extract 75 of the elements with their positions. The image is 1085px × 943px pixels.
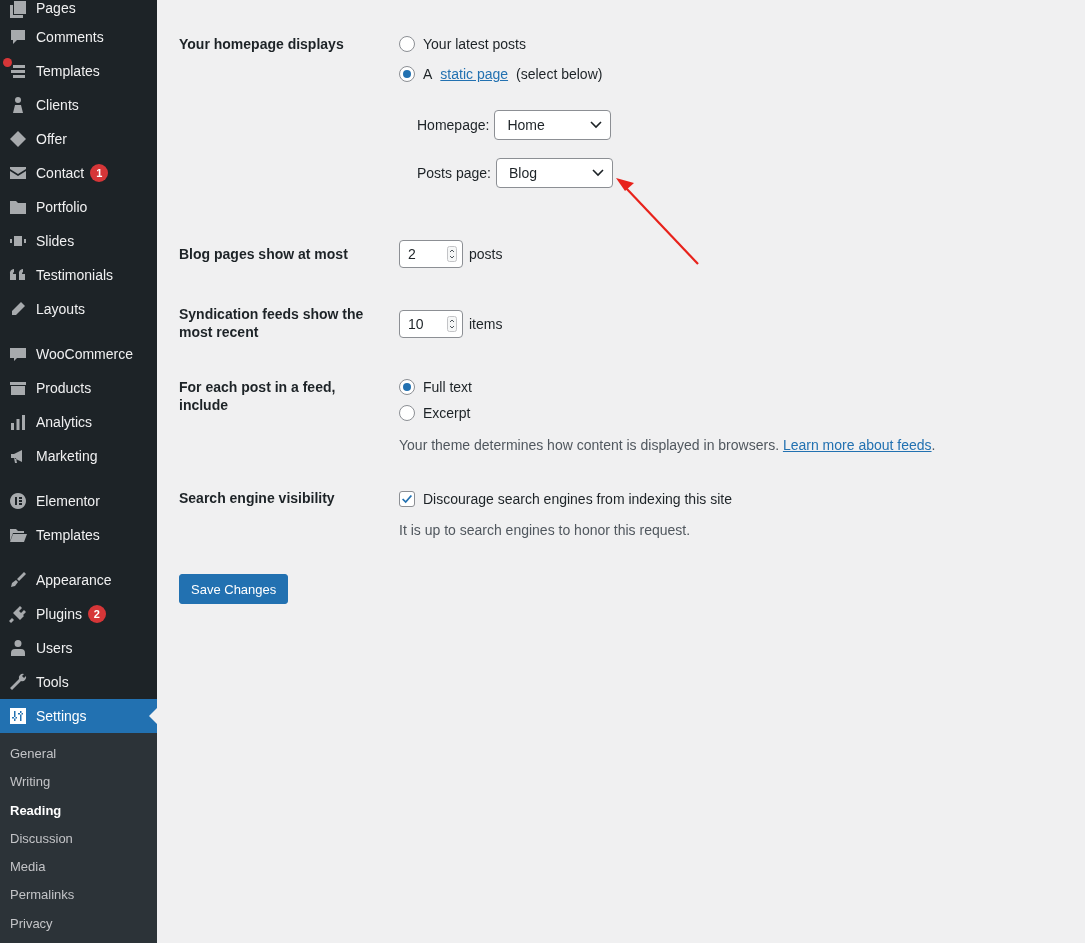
paintbrush-icon [8, 570, 28, 590]
sidebar-menu-item[interactable]: Contact 1 [0, 156, 157, 190]
checkbox[interactable] [399, 491, 415, 507]
sidebar-menu-item[interactable]: Marketing [0, 439, 157, 473]
sidebar-menu-item[interactable]: Slides [0, 224, 157, 258]
radio-button[interactable] [399, 405, 415, 421]
field-label: Search engine visibility [179, 489, 336, 508]
save-changes-button[interactable]: Save Changes [179, 574, 289, 604]
field-label: For each post in a feed, include [179, 378, 337, 415]
sidebar-menu-item[interactable]: Tools [0, 665, 157, 699]
select-label: Homepage: [417, 117, 490, 133]
option-label: Full text [423, 379, 472, 395]
static-page-link[interactable]: static page [440, 66, 509, 82]
spinner-icon [447, 246, 457, 262]
wrench-icon [8, 672, 28, 692]
number-field[interactable]: 10 [399, 310, 463, 338]
number-field[interactable]: 2 [399, 240, 463, 268]
sidebar-menu-item[interactable]: WooCommerce [0, 337, 157, 371]
option-label: A [423, 66, 433, 82]
sliders-icon [8, 706, 28, 726]
speech-bubble-icon [8, 27, 28, 47]
unit-label: items [469, 315, 503, 334]
submenu-item[interactable]: Privacy [0, 909, 157, 939]
sidebar-menu-item[interactable]: Elementor [0, 484, 157, 518]
select-label: Posts page: [417, 165, 491, 181]
count-badge: 1 [90, 164, 109, 182]
unit-label: posts [469, 245, 503, 264]
sidebar-menu-item[interactable]: Comments [0, 20, 157, 54]
tag-icon [8, 129, 28, 149]
sidebar-menu-item[interactable]: Appearance [0, 563, 157, 597]
checkbox-label: Discourage search engines from indexing this site [423, 491, 732, 507]
submenu-item[interactable]: Discussion [0, 824, 157, 854]
sidebar-menu-item[interactable]: Templates [0, 518, 157, 552]
sidebar-menu-item[interactable]: Analytics [0, 405, 157, 439]
radio-button[interactable] [399, 379, 415, 395]
option-label: (select below) [516, 66, 603, 82]
submenu-item[interactable]: Permalinks [0, 881, 157, 910]
submenu-item[interactable]: General [0, 740, 157, 769]
description-text: Your theme determines how content is displayed in browsers. Learn more about feeds. [399, 436, 937, 455]
sidebar-menu-item[interactable]: Products [0, 371, 157, 405]
sidebar-menu-item[interactable]: Settings [0, 699, 157, 733]
sidebar-menu-item[interactable]: Users [0, 631, 157, 665]
sidebar-menu-item[interactable]: Plugins 2 [0, 597, 157, 631]
radio-button[interactable] [399, 66, 415, 82]
field-label: Syndication feeds show the most recent [179, 305, 365, 341]
learn-more-link[interactable]: Learn more about feeds [782, 437, 932, 453]
page-dropdown[interactable]: Blog [495, 158, 613, 188]
circle-logo-icon [8, 491, 28, 511]
submenu-item[interactable]: Reading [0, 796, 157, 825]
submenu-item[interactable]: Writing [0, 768, 157, 797]
person-icon [8, 638, 28, 658]
description-text: It is up to search engines to honor this request. [399, 521, 692, 540]
sidebar-menu-item[interactable]: Testimonials [0, 258, 157, 292]
submenu-item[interactable]: Media [0, 853, 157, 882]
plug-icon [8, 604, 28, 624]
chevron-down-icon [591, 169, 604, 177]
chevron-down-icon [590, 121, 603, 129]
sidebar-menu-item[interactable]: Templates [0, 54, 157, 88]
sidebar-menu-item[interactable]: Pages [0, 0, 157, 20]
field-label: Blog pages show at most [179, 245, 349, 264]
sidebar-menu-item[interactable]: Portfolio [0, 190, 157, 224]
sidebar-menu-item[interactable]: Layouts [0, 292, 157, 326]
checkmark-icon [400, 492, 414, 506]
field-label: Your homepage displays [179, 35, 345, 54]
count-badge: 2 [87, 605, 106, 623]
radio-button[interactable] [399, 36, 415, 52]
bar-chart-icon [8, 412, 28, 432]
sidebar-menu-item[interactable]: Clients [0, 88, 157, 122]
spinner-icon [447, 316, 457, 332]
pages-icon [8, 0, 28, 20]
option-label: Your latest posts [423, 36, 526, 52]
page-dropdown[interactable]: Home [494, 110, 612, 140]
menu-pointer-icon [149, 708, 157, 724]
sidebar-menu-item[interactable]: Offer [0, 122, 157, 156]
option-label: Excerpt [423, 405, 471, 421]
